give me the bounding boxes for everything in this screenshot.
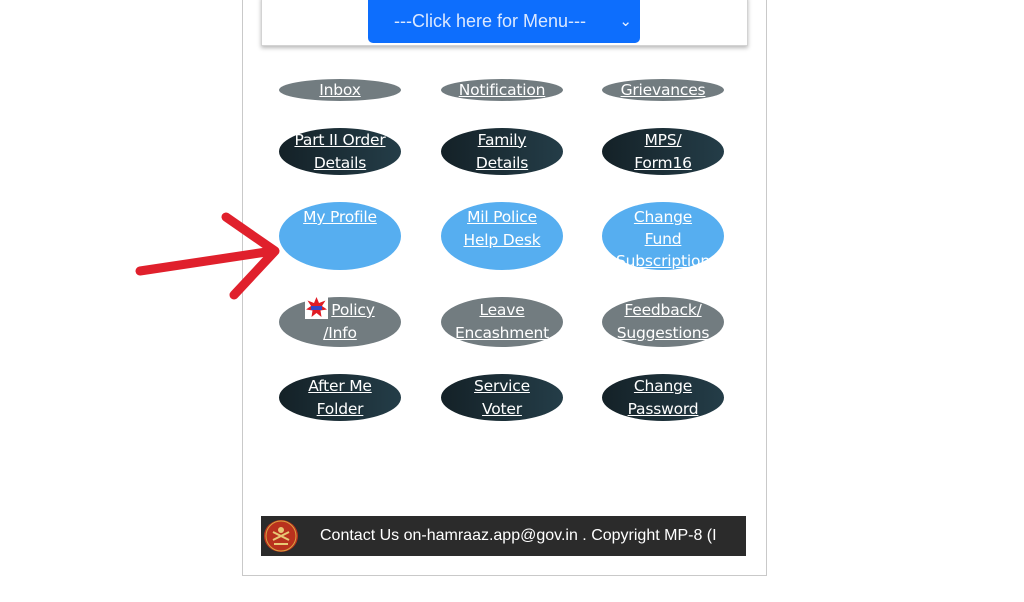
my-profile-label: My Profile	[303, 208, 377, 226]
feedback-suggestions-line-2: Suggestions	[616, 324, 710, 342]
grievances-label: Grievances	[620, 80, 706, 99]
policy-info-label: Policy/Info	[305, 296, 375, 345]
after-me-folder-line-1: After Me	[308, 376, 372, 395]
policy-info-line-1: Policy	[331, 301, 375, 319]
notification-button[interactable]: Notification	[441, 79, 563, 101]
footer-bar: Contact Us on-hamraaz.app@gov.in . Copyr…	[261, 516, 746, 556]
part-ii-order-details-label: Part II Order Details	[294, 129, 385, 175]
after-me-folder-button[interactable]: After Me Folder	[279, 374, 401, 421]
after-me-folder-line-2: Folder	[316, 399, 364, 418]
change-password-line-2: Password	[627, 399, 699, 418]
notification-label: Notification	[458, 80, 546, 99]
part-ii-order-line-1: Part II Order	[294, 130, 386, 149]
feedback-suggestions-button[interactable]: Feedback/Suggestions	[602, 297, 724, 347]
inbox-button[interactable]: Inbox	[279, 79, 401, 101]
mil-police-help-desk-label: Mil Police Help Desk	[464, 206, 541, 252]
change-password-button[interactable]: Change Password	[602, 374, 724, 421]
mil-police-help-desk-button[interactable]: Mil Police Help Desk	[441, 202, 563, 270]
mps-form16-button[interactable]: MPS/Form16	[602, 128, 724, 175]
change-fund-line-2: Fund	[644, 230, 682, 248]
grievances-button[interactable]: Grievances	[602, 79, 724, 101]
change-password-line-1: Change	[633, 376, 693, 395]
family-details-line-2: Details	[475, 153, 529, 172]
part-ii-order-line-2: Details	[313, 153, 367, 172]
leave-encashment-button[interactable]: Leave Encashment	[441, 297, 563, 347]
mps-form16-line-2: Form16	[634, 153, 692, 172]
leave-encashment-label: Leave Encashment	[455, 299, 549, 345]
change-fund-subscription-button[interactable]: Change Fund Subscription	[602, 202, 724, 270]
my-profile-button[interactable]: My Profile	[279, 202, 401, 270]
family-details-button[interactable]: Family Details	[441, 128, 563, 175]
service-voter-line-2: Voter	[482, 399, 522, 418]
change-fund-line-3: Subscription	[616, 252, 710, 270]
feedback-suggestions-line-1: Feedback/	[624, 301, 702, 319]
hamraaz-logo-icon	[264, 520, 298, 552]
leave-encashment-line-2: Encashment	[454, 324, 550, 342]
service-voter-button[interactable]: Service Voter	[441, 374, 563, 421]
feedback-suggestions-label: Feedback/Suggestions	[617, 299, 710, 345]
mil-police-line-1: Mil Police	[467, 208, 537, 226]
mil-police-line-2: Help Desk	[463, 231, 541, 249]
policy-info-line-2: /Info	[323, 324, 357, 342]
part-ii-order-details-button[interactable]: Part II Order Details	[279, 128, 401, 175]
policy-info-button[interactable]: Policy/Info	[279, 296, 401, 347]
inbox-label: Inbox	[319, 80, 361, 99]
mps-form16-line-1: MPS/	[644, 130, 682, 149]
menu-dropdown-label: ---Click here for Menu---	[393, 11, 587, 31]
menu-dropdown[interactable]: ---Click here for Menu--- ⌄	[368, 0, 640, 43]
change-fund-line-1: Change	[633, 208, 693, 226]
footer-contact-text: Contact Us on-hamraaz.app@gov.in . Copyr…	[320, 527, 717, 544]
mps-form16-label: MPS/Form16	[634, 129, 692, 175]
new-badge-icon	[305, 296, 329, 319]
family-details-label: Family Details	[475, 129, 529, 175]
family-details-line-1: Family	[477, 130, 527, 149]
leave-encashment-line-1: Leave	[479, 301, 525, 319]
after-me-folder-label: After Me Folder	[308, 375, 372, 421]
change-fund-subscription-label: Change Fund Subscription	[616, 206, 710, 272]
change-password-label: Change Password	[628, 375, 699, 421]
chevron-down-icon: ⌄	[619, 13, 632, 30]
service-voter-label: Service Voter	[474, 375, 530, 421]
service-voter-line-1: Service	[474, 376, 530, 395]
red-arrow-icon	[135, 212, 280, 300]
